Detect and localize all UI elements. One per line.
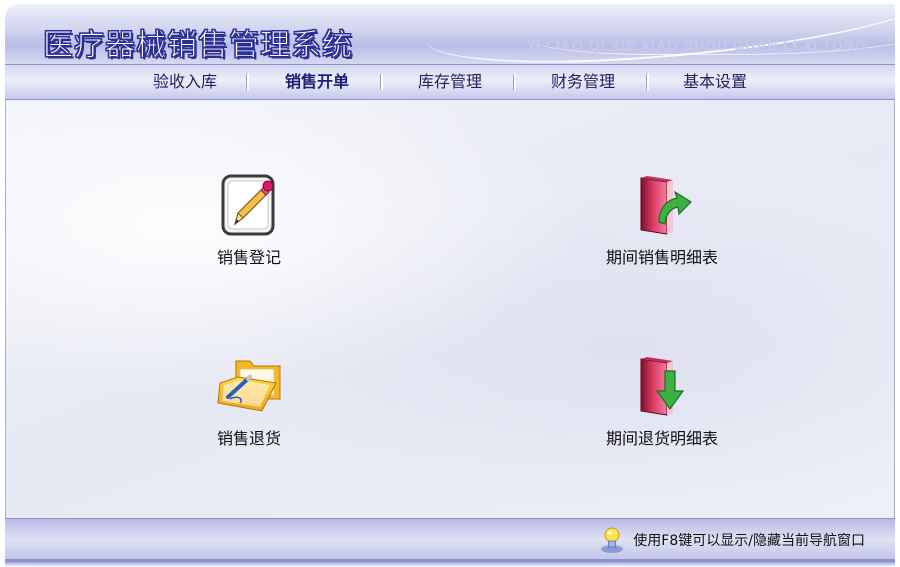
book-arrow-down-icon [640,357,685,416]
bottom-edge [5,562,895,567]
menu-inventory-management[interactable]: 库存管理 [410,65,490,99]
menu-finance-management[interactable]: 财务管理 [543,65,623,99]
folder-pen-icon [217,360,281,412]
menu-basic-settings[interactable]: 基本设置 [675,65,755,99]
tile-label: 销售退货 [216,429,281,448]
menu-sales-order[interactable]: 销售开单 [277,65,357,99]
tile-sales-registration[interactable]: 销售登记 [149,172,349,268]
main-panel: 销售登记 期间销售明细表 销售退货 期间退货明细表 [5,100,895,518]
f8-hint-text: 使用F8键可以显示/隐藏当前导航窗口 [633,533,865,549]
lightbulb-icon [601,527,624,553]
app-title: 医疗器械销售管理系统 [43,28,353,64]
app-window: 医疗器械销售管理系统 YI LIAO QI XIE XIAO SHOU GUAN… [0,0,900,567]
menu-acceptance-warehousing[interactable]: 验收入库 [145,65,225,99]
menu-separator [646,74,649,90]
menu-separator [246,74,249,90]
tile-label: 期间退货明细表 [605,429,718,448]
title-banner: 医疗器械销售管理系统 YI LIAO QI XIE XIAO SHOU GUAN… [5,4,895,64]
tile-label: 销售登记 [216,248,281,267]
main-menu-bar: 验收入库 销售开单 库存管理 财务管理 基本设置 [5,64,895,100]
menu-separator [513,74,516,90]
tile-label: 期间销售明细表 [605,248,718,267]
edit-document-icon [221,174,275,236]
tile-sales-return[interactable]: 销售退货 [149,353,349,449]
status-bar: 使用F8键可以显示/隐藏当前导航窗口 [5,518,895,562]
tile-period-return-detail[interactable]: 期间退货明细表 [562,353,762,449]
menu-separator [380,74,383,90]
book-arrow-up-icon [640,176,692,235]
f8-hint: 使用F8键可以显示/隐藏当前导航窗口 [599,526,865,554]
tile-period-sales-detail[interactable]: 期间销售明细表 [562,172,762,268]
app-title-pinyin: YI LIAO QI XIE XIAO SHOU GUAN LI XI TONG [526,37,867,53]
